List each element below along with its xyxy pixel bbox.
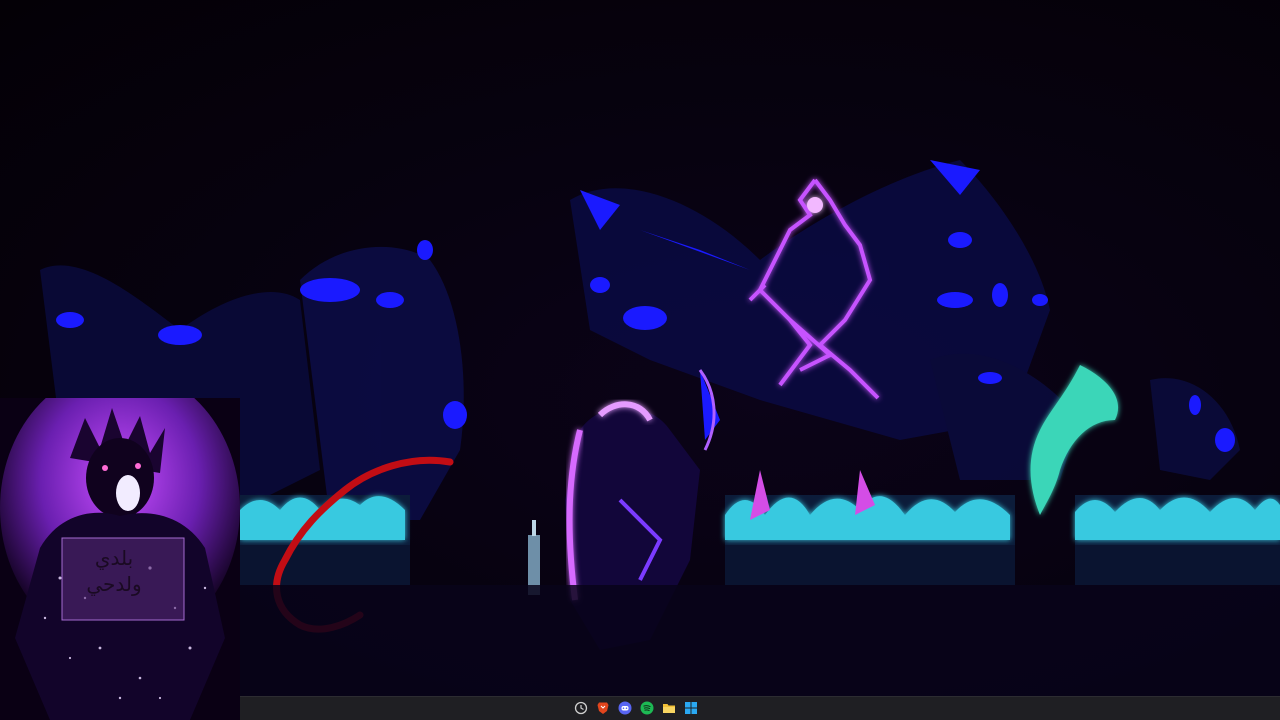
- sign-text-line-1: بلدي: [94, 546, 134, 570]
- clock-icon: [574, 701, 588, 715]
- sign-text-line-2: ولدحي: [86, 572, 142, 596]
- windows-store-button[interactable]: [683, 700, 699, 716]
- windows-icon: [685, 702, 697, 714]
- overlay-character-card: بلدي ولدحي: [0, 398, 240, 720]
- lamp-post: [528, 520, 540, 595]
- folder-icon: [663, 704, 675, 713]
- army-center: [725, 470, 1015, 585]
- taskbar-apps: [573, 700, 699, 718]
- brave-browser-button[interactable]: [595, 700, 611, 716]
- army-right: [1075, 495, 1280, 585]
- file-explorer-button[interactable]: [661, 700, 677, 716]
- spotify-icon: [640, 701, 654, 715]
- taskbar: [240, 696, 1280, 720]
- desktop: بلدي ولدحي: [0, 0, 1280, 720]
- brave-lion-icon: [597, 702, 609, 714]
- clock-app-button[interactable]: [573, 700, 589, 716]
- discord-button[interactable]: [617, 700, 633, 716]
- discord-icon: [618, 701, 632, 715]
- ground: [240, 585, 1280, 696]
- spotify-button[interactable]: [639, 700, 655, 716]
